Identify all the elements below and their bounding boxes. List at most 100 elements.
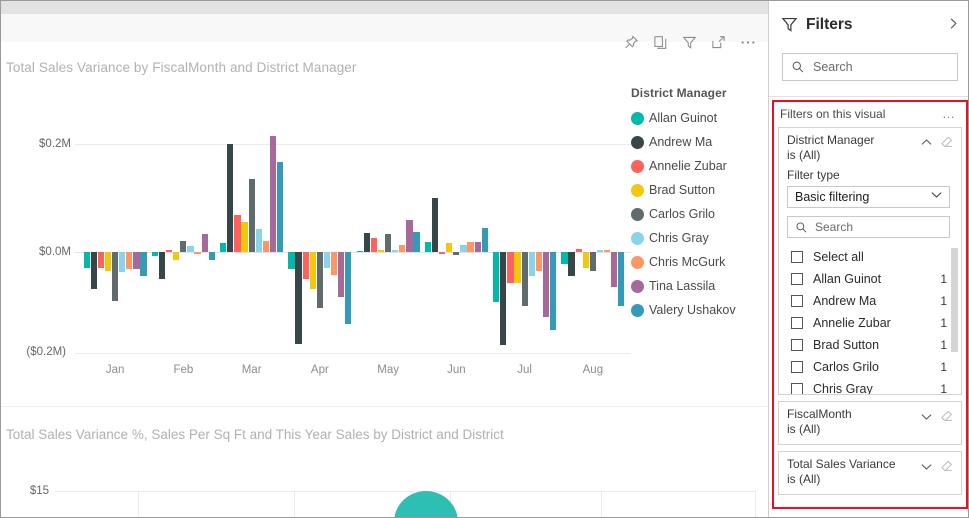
filter-value-checkbox[interactable] (791, 273, 803, 285)
bar[interactable] (583, 252, 589, 268)
bar[interactable] (611, 252, 617, 287)
clear-filter-icon[interactable] (940, 409, 954, 428)
bar[interactable] (241, 222, 247, 252)
bar[interactable] (234, 215, 240, 252)
bubble-fd-01[interactable] (394, 491, 458, 518)
bar[interactable] (550, 252, 556, 330)
filter-card-fiscalmonth[interactable]: FiscalMonth is (All) (778, 401, 962, 445)
bar[interactable] (152, 252, 158, 256)
bar[interactable] (500, 252, 506, 345)
bar[interactable] (392, 250, 398, 252)
bar[interactable] (425, 242, 431, 252)
bar[interactable] (338, 252, 344, 297)
legend-item[interactable]: Tina Lassila (631, 274, 761, 298)
filter-type-select[interactable]: Basic filtering (787, 186, 950, 208)
filter-value-checkbox[interactable] (791, 339, 803, 351)
filter-values-list[interactable]: Select allAllan Guinot1Andrew Ma1Annelie… (787, 246, 959, 394)
bar[interactable] (126, 252, 132, 269)
bar[interactable] (385, 234, 391, 252)
filter-card-total-sales-variance[interactable]: Total Sales Variance is (All) (778, 451, 962, 495)
bar[interactable] (576, 249, 582, 252)
filter-value-row[interactable]: Andrew Ma1 (787, 290, 959, 312)
filter-card-district-manager[interactable]: District Manager is (All) Filter type Ba… (778, 127, 962, 395)
bar[interactable] (303, 252, 309, 279)
bar[interactable] (194, 252, 200, 254)
bar[interactable] (432, 198, 438, 252)
bar[interactable] (514, 252, 520, 283)
bar[interactable] (357, 251, 363, 253)
legend-item[interactable]: Carlos Grilo (631, 202, 761, 226)
bar[interactable] (590, 252, 596, 271)
bar[interactable] (173, 252, 179, 260)
legend-item[interactable]: Brad Sutton (631, 178, 761, 202)
bar[interactable] (140, 252, 146, 276)
bar[interactable] (112, 252, 118, 301)
bar[interactable] (249, 179, 255, 252)
bar[interactable] (536, 252, 542, 271)
bar[interactable] (467, 242, 473, 252)
bar[interactable] (399, 245, 405, 252)
bar[interactable] (209, 252, 215, 260)
filter-value-row[interactable]: Carlos Grilo1 (787, 356, 959, 378)
filter-value-row[interactable]: Annelie Zubar1 (787, 312, 959, 334)
filter-value-row[interactable]: Brad Sutton1 (787, 334, 959, 356)
bar[interactable] (84, 252, 90, 268)
bar[interactable] (220, 243, 226, 252)
filter-values-search[interactable]: Search (787, 216, 950, 238)
bar[interactable] (378, 250, 384, 252)
bar[interactable] (180, 241, 186, 252)
filter-value-checkbox[interactable] (791, 295, 803, 307)
bar[interactable] (288, 252, 294, 269)
bar[interactable] (597, 250, 603, 252)
filter-value-checkbox[interactable] (791, 251, 803, 263)
filter-list-scrollbar[interactable] (951, 248, 958, 352)
filter-value-checkbox[interactable] (791, 383, 803, 394)
bar[interactable] (105, 252, 111, 271)
bar[interactable] (202, 234, 208, 252)
bar[interactable] (446, 243, 452, 252)
bar[interactable] (119, 252, 125, 272)
legend-item[interactable]: Annelie Zubar (631, 154, 761, 178)
visual-total-sales-variance-pct[interactable]: Total Sales Variance %, Sales Per Sq Ft … (1, 406, 768, 518)
clear-filter-icon[interactable] (940, 459, 954, 478)
bar[interactable] (270, 136, 276, 252)
bar[interactable] (187, 246, 193, 252)
filter-value-checkbox[interactable] (791, 317, 803, 329)
bar[interactable] (331, 252, 337, 275)
bar[interactable] (295, 252, 301, 344)
bar[interactable] (310, 252, 316, 289)
bar[interactable] (159, 252, 165, 279)
chevron-up-icon[interactable] (920, 136, 933, 154)
bar[interactable] (460, 245, 466, 252)
bar[interactable] (227, 144, 233, 252)
bar[interactable] (482, 228, 488, 252)
bar[interactable] (345, 252, 351, 324)
bar[interactable] (364, 233, 370, 252)
chevron-right-icon[interactable] (947, 16, 960, 36)
bar[interactable] (98, 252, 104, 268)
filters-section-more-icon[interactable]: … (942, 106, 956, 121)
bar[interactable] (561, 252, 567, 264)
bar[interactable] (166, 250, 172, 252)
bar[interactable] (133, 252, 139, 269)
filter-value-row[interactable]: Allan Guinot1 (787, 268, 959, 290)
bar[interactable] (453, 252, 459, 255)
clear-filter-icon[interactable] (940, 135, 954, 154)
legend-item[interactable]: Valery Ushakov (631, 298, 761, 322)
bar[interactable] (507, 252, 513, 283)
bar[interactable] (263, 241, 269, 252)
bar[interactable] (371, 238, 377, 252)
bar[interactable] (324, 252, 330, 268)
bar[interactable] (568, 252, 574, 276)
filter-value-checkbox[interactable] (791, 361, 803, 373)
bar[interactable] (277, 162, 283, 252)
chevron-down-icon[interactable] (920, 410, 933, 428)
bar[interactable] (529, 252, 535, 276)
filters-search-box[interactable]: Search (782, 53, 958, 81)
visual-total-sales-variance-by-fiscalmonth[interactable]: Total Sales Variance by FiscalMonth and … (1, 14, 768, 406)
bar[interactable] (91, 252, 97, 289)
bar[interactable] (543, 252, 549, 317)
chevron-down-icon[interactable] (920, 460, 933, 478)
legend-item[interactable]: Chris Gray (631, 226, 761, 250)
bar[interactable] (475, 242, 481, 252)
